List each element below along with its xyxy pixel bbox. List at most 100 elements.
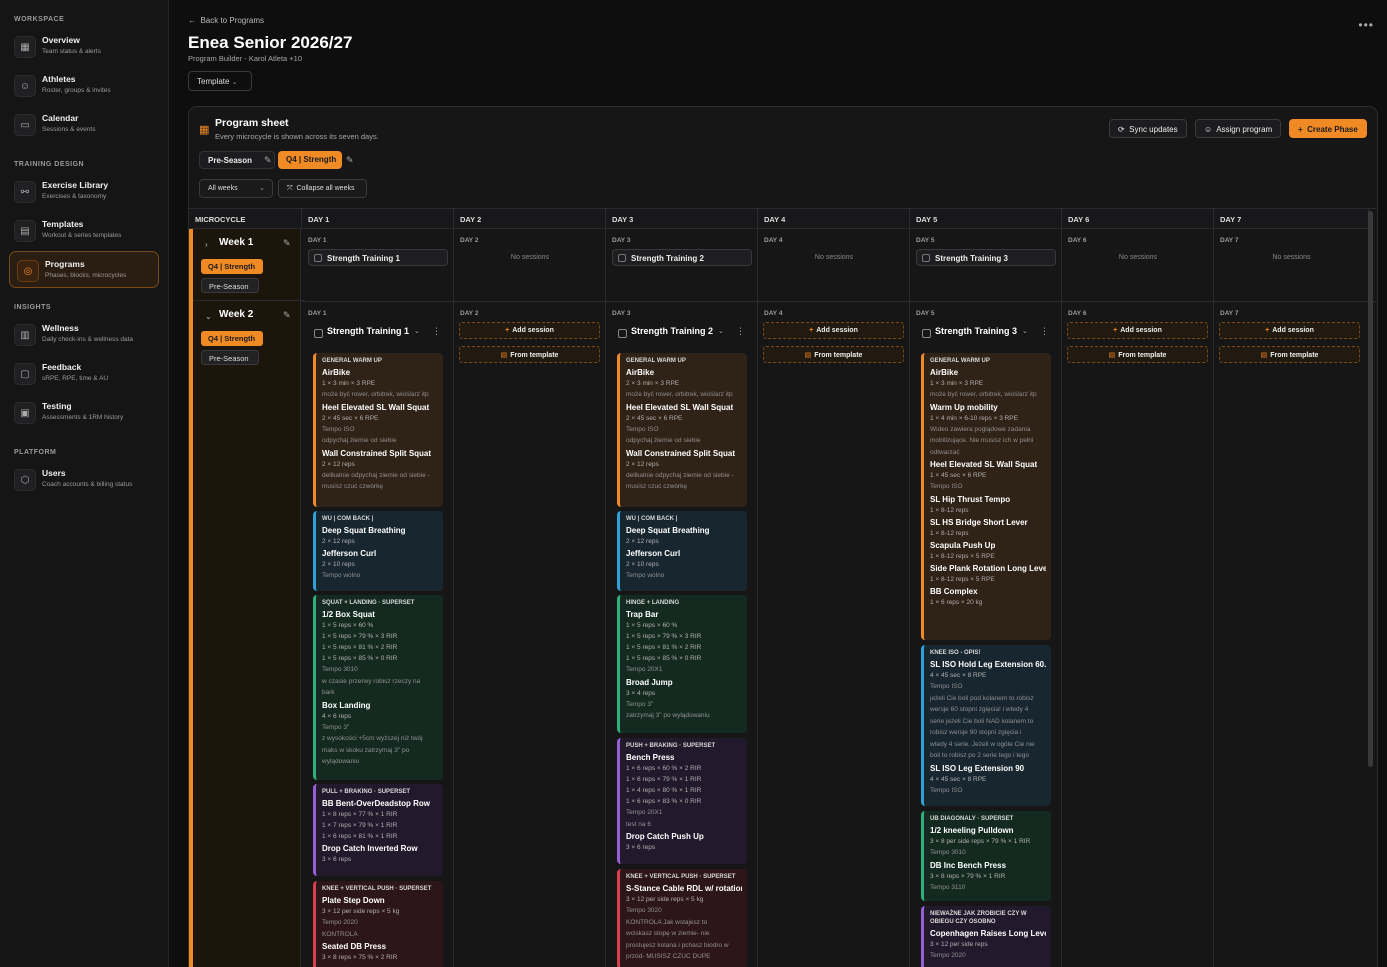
col-header-day7: DAY 7 (1214, 209, 1369, 229)
add-session-button[interactable]: + Add session (1067, 322, 1208, 339)
session-title: Strength Training 2 (631, 326, 714, 336)
exercise-note: przód- MUSISZ CZUC DUPE (626, 953, 711, 960)
exercise-name: Jefferson Curl (626, 549, 681, 558)
checkbox[interactable] (314, 254, 322, 262)
exercise-block[interactable]: KNEE ISO - OPIS! SL ISO Hold Leg Extensio… (921, 645, 1051, 806)
from-template-button[interactable]: ▤ From template (459, 346, 600, 363)
block-heading: UB DIAGONALY · SUPERSET (930, 816, 1014, 822)
assign-label: Assign program (1216, 125, 1273, 134)
main-content: ← Back to Programs Enea Senior 2026/27 P… (170, 0, 1387, 967)
page-title: Enea Senior 2026/27 (188, 33, 353, 52)
chevron-down-icon[interactable]: ⌄ (205, 312, 212, 321)
edit-icon[interactable]: ✎ (346, 155, 354, 166)
exercise-block[interactable]: SQUAT + LANDING · SUPERSET 1/2 Box Squat 1… (313, 595, 443, 780)
nav-overview[interactable]: ▦ Overview Team status & alerts (0, 28, 159, 67)
assign-program-button[interactable]: ☺ Assign program (1195, 119, 1282, 138)
nav-programs[interactable]: ◎ Programs Phases, blocks, microcycles (9, 251, 159, 288)
exercise-block[interactable]: GENERAL WARM UP AirBike 1 × 3 min × 3 RPE m… (921, 353, 1051, 640)
edit-icon[interactable]: ✎ (264, 155, 272, 166)
checkbox[interactable] (922, 254, 930, 262)
nav-exercise-library[interactable]: ⚯ Exercise Library Exercises & taxonomy (0, 173, 159, 212)
exercise-block[interactable]: NIEWAŻNE JAK ZROBICIE CZY W OBIEGU CZY O… (921, 906, 1051, 967)
nav-sub: Sessions & events (42, 126, 96, 133)
nav-templates[interactable]: ▤ Templates Workout & series templates (0, 212, 159, 251)
exercise-block[interactable]: WU | COM BACK | Deep Squat Breathing 2 × 1… (313, 511, 443, 591)
exercise-note: wtedy 4 serie. Jeżeli w ogóle Cie nie (930, 740, 1035, 748)
session-header[interactable]: Strength Training 1 ⌄ ⋮ (314, 326, 444, 352)
back-link[interactable]: ← Back to Programs (188, 16, 264, 25)
from-template-button[interactable]: ▤ From template (1219, 346, 1360, 363)
from-template-button[interactable]: ▤ From template (763, 346, 904, 363)
exercise-block[interactable]: PUSH + BRAKING · SUPERSET Bench Press 1 × … (617, 738, 747, 864)
nav-users[interactable]: ⬡ Users Coach accounts & billing status (0, 461, 159, 500)
exercise-prescription: 1 × 8-12 reps (930, 506, 969, 514)
template-dropdown[interactable]: Template ⌄ (188, 71, 252, 91)
sync-updates-button[interactable]: ⟳ Sync updates (1109, 119, 1187, 138)
checkbox[interactable] (922, 329, 931, 338)
create-phase-button[interactable]: + Create Phase (1289, 119, 1367, 138)
session-card[interactable]: Strength Training 3 (916, 249, 1056, 266)
edit-icon[interactable]: ✎ (283, 310, 291, 321)
exercise-block[interactable]: UB DIAGONALY · SUPERSET 1/2 kneeling Pull… (921, 811, 1051, 901)
exercise-block[interactable]: HINGE + LANDING Trap Bar 1 × 5 reps × 60 %… (617, 595, 747, 733)
exercise-name: Wall Constrained Split Squat (322, 448, 432, 458)
from-template-button[interactable]: ▤ From template (1067, 346, 1208, 363)
add-session-button[interactable]: + Add session (1219, 322, 1360, 339)
chevron-down-icon[interactable]: ⌄ (1022, 327, 1028, 335)
exercise-note: prostujesz kolana i pchasz biodro w (626, 941, 729, 949)
exercise-block[interactable]: KNEE + VERTICAL PUSH · SUPERSET Plate Ste… (313, 881, 443, 967)
edit-icon[interactable]: ✎ (283, 238, 291, 249)
phase-q4-strength[interactable]: Q4 | Strength (278, 151, 342, 169)
exercise-block[interactable]: GENERAL WARM UP AirBike 2 × 3 min × 3 RPE m… (617, 353, 747, 507)
exercise-prescription: 3 × 8 per side reps × 79 % × 1 RIR (930, 838, 1031, 845)
more-vertical-icon[interactable]: ⋮ (432, 326, 441, 337)
checkbox[interactable] (314, 329, 323, 338)
exercise-block[interactable]: WU | COM BACK | Deep Squat Breathing 2 × 1… (617, 511, 747, 591)
more-vertical-icon[interactable]: ⋮ (736, 326, 745, 337)
weeks-filter[interactable]: All weeks ⌄ (199, 179, 273, 198)
session-card[interactable]: Strength Training 2 (612, 249, 752, 266)
nav-sub: Assessments & 1RM history (42, 414, 124, 421)
add-label: Add session (1120, 327, 1162, 334)
chevron-down-icon[interactable]: ⌄ (414, 327, 420, 335)
exercise-name: Drop Catch Push Up (626, 832, 704, 841)
col-header-day4: DAY 4 (758, 209, 910, 229)
nav-feedback[interactable]: ▢ Feedback sRPE, RPE, time & AU (0, 355, 159, 394)
shield-icon: ⬡ (14, 469, 36, 491)
checkbox[interactable] (618, 254, 626, 262)
no-sessions: No sessions (1118, 254, 1158, 261)
day-label: DAY 1 (308, 310, 327, 317)
collapse-all-button[interactable]: ⤧ Collapse all weeks (278, 179, 367, 198)
exercise-prescription: 2 × 12 reps (626, 538, 659, 545)
session-title: Strength Training 1 (327, 326, 410, 336)
nav-athletes[interactable]: ☺ Athletes Roster, groups & invites (0, 67, 159, 106)
nav-wellness[interactable]: ▥ Wellness Daily check-ins & wellness data (0, 316, 159, 355)
scrollbar[interactable] (1368, 211, 1373, 767)
more-options-icon[interactable]: ••• (1358, 18, 1374, 32)
exercise-block[interactable]: PULL + BRAKING · SUPERSET BB Bent-OverDea… (313, 784, 443, 876)
nav-testing[interactable]: ▣ Testing Assessments & 1RM history (0, 394, 159, 433)
exercise-block[interactable]: KNEE + VERTICAL PUSH · SUPERSET S-Stance … (617, 869, 747, 967)
exercise-block[interactable]: GENERAL WARM UP AirBike 1 × 3 min × 3 RPE m… (313, 353, 443, 507)
week-2-row[interactable]: ⌄ Week 2 ✎ Q4 | Strength Pre-Season (193, 301, 305, 373)
exercise-prescription: 1 × 7 reps × 79 % × 1 RIR (322, 822, 398, 829)
checkbox[interactable] (618, 329, 627, 338)
week-1-row[interactable]: › Week 1 ✎ Q4 | Strength Pre-Season (193, 229, 305, 301)
nav-calendar[interactable]: ▭ Calendar Sessions & events (0, 106, 159, 145)
day-label: DAY 2 (460, 310, 479, 317)
table-icon: ▦ (199, 124, 210, 136)
session-card[interactable]: Strength Training 1 (308, 249, 448, 266)
session-header[interactable]: Strength Training 2 ⌄ ⋮ (618, 326, 748, 352)
session-header[interactable]: Strength Training 3 ⌄ ⋮ (922, 326, 1052, 352)
exercise-note: Tempo 2020 (322, 919, 358, 926)
exercise-name: BB Complex (930, 586, 978, 596)
nav-sub: Exercises & taxonomy (42, 193, 107, 200)
add-session-button[interactable]: + Add session (459, 322, 600, 339)
day-label: DAY 7 (1220, 237, 1239, 244)
add-session-button[interactable]: + Add session (763, 322, 904, 339)
user-plus-icon: ☺ (1204, 125, 1213, 134)
chevron-right-icon[interactable]: › (205, 240, 208, 249)
more-vertical-icon[interactable]: ⋮ (1040, 326, 1049, 337)
exercise-note: maks w skoku zatrzymaj 3" po (322, 746, 410, 754)
chevron-down-icon[interactable]: ⌄ (718, 327, 724, 335)
